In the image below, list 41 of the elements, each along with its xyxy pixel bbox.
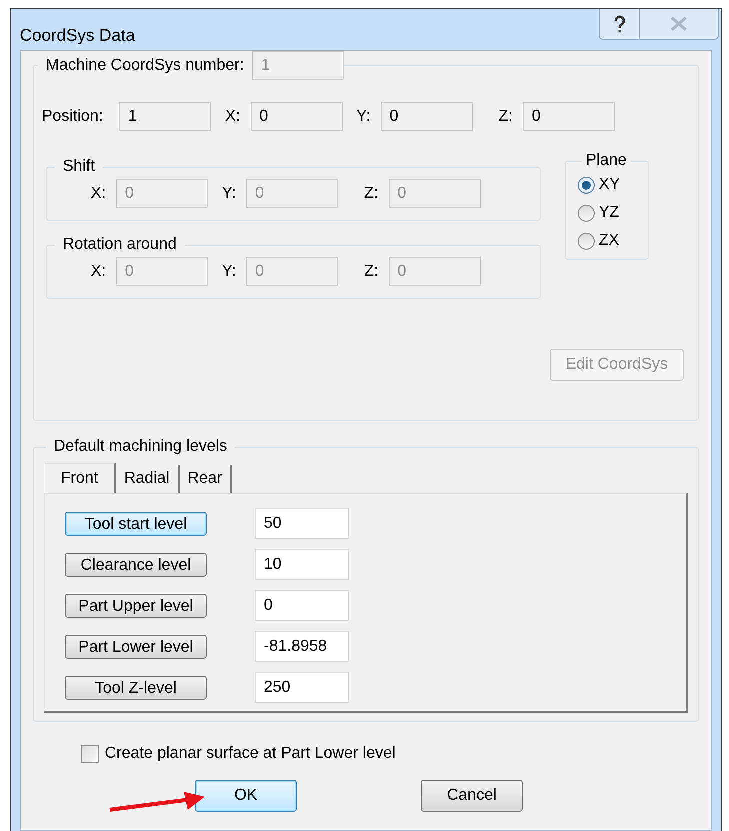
radio-label: YZ	[599, 203, 620, 223]
group-title: Default machining levels	[53, 437, 228, 457]
radio-label: ZX	[599, 231, 620, 251]
checkbox-label: Create planar surface at Part Lower level	[105, 744, 396, 764]
input-field[interactable]: 1	[119, 102, 212, 131]
field-label: Machine CoordSys number:	[45, 56, 246, 76]
axis-label: X:	[91, 184, 106, 204]
input-field[interactable]: 250	[255, 672, 349, 703]
dialog-button[interactable]: Clearance level	[65, 552, 207, 576]
input-field[interactable]: 0	[255, 590, 349, 621]
input-field[interactable]: 50	[255, 508, 349, 539]
dialog-button[interactable]: Cancel	[421, 780, 523, 812]
input-field[interactable]: 0	[250, 102, 342, 131]
radio-label: XY	[599, 175, 620, 195]
window-title: CoordSys Data	[20, 25, 136, 47]
group-title: Shift	[62, 157, 96, 177]
group-title: Rotation around	[62, 235, 178, 255]
dialog-button[interactable]: Part Upper level	[65, 594, 207, 618]
axis-label: Z:	[364, 184, 379, 204]
group-title: Plane	[585, 151, 628, 171]
input-field[interactable]: 10	[255, 549, 349, 580]
axis-label: Y:	[222, 262, 236, 282]
axis-label: X:	[225, 106, 240, 126]
axis-label: Z:	[364, 262, 379, 282]
input-field[interactable]: 0	[522, 102, 615, 131]
checkbox[interactable]	[81, 745, 99, 763]
dialog-button[interactable]: Tool Z-level	[65, 676, 207, 700]
axis-label: X:	[91, 262, 106, 282]
input-field[interactable]: -81.8958	[255, 631, 349, 662]
dialog-button[interactable]: Tool start level	[65, 512, 207, 536]
field-label: Position:	[42, 106, 104, 126]
radio-button[interactable]	[578, 204, 595, 222]
axis-label: Y:	[356, 106, 371, 126]
input-field[interactable]: 0	[380, 102, 473, 131]
axis-label: Z:	[498, 106, 513, 126]
dialog-button[interactable]: OK	[195, 780, 297, 812]
radio-button[interactable]	[578, 176, 595, 194]
axis-label: Y:	[222, 184, 236, 204]
tab[interactable]: Front	[44, 463, 116, 493]
dialog-button[interactable]: Part Lower level	[65, 634, 207, 658]
radio-button[interactable]	[578, 232, 595, 250]
